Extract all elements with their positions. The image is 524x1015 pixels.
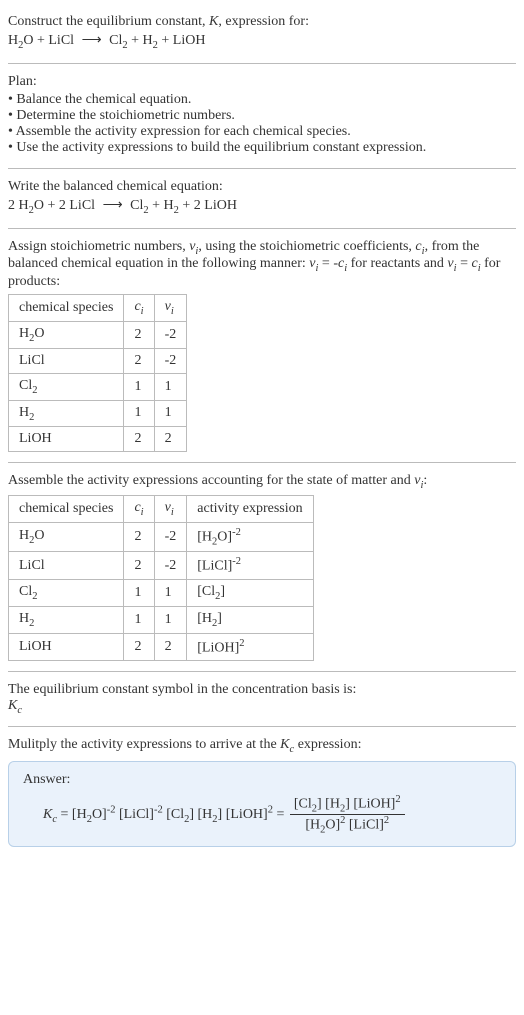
col-species: chemical species [9, 496, 124, 523]
intro-line: Construct the equilibrium constant, K, e… [8, 14, 516, 30]
cell-expr: [H2] [187, 606, 313, 633]
multiply-intro: Mulitply the activity expressions to arr… [8, 737, 516, 755]
cell-species: H2O [9, 522, 124, 551]
plan-section: Plan: Balance the chemical equation. Det… [8, 68, 516, 164]
cell-c: 2 [124, 522, 154, 551]
intro-section: Construct the equilibrium constant, K, e… [8, 8, 516, 59]
cell-c: 2 [124, 348, 154, 373]
cell-nu: 2 [154, 427, 187, 452]
table-row: Cl211 [9, 373, 187, 400]
divider [8, 228, 516, 229]
cell-nu: -2 [154, 522, 187, 551]
unbalanced-equation: H2O + LiCl ⟶ Cl2 + H2 + LiOH [8, 32, 516, 51]
cell-c: 1 [124, 400, 154, 427]
activity-section: Assemble the activity expressions accoun… [8, 467, 516, 667]
fraction: [Cl2] [H2] [LiOH]2 [H2O]2 [LiCl]2 [290, 794, 405, 836]
cell-expr: [H2O]-2 [187, 522, 313, 551]
divider [8, 671, 516, 672]
divider [8, 462, 516, 463]
cell-species: Cl2 [9, 373, 124, 400]
cell-c: 1 [124, 606, 154, 633]
cell-c: 1 [124, 580, 154, 607]
col-nui: νi [154, 295, 187, 322]
answer-equation: Kc = [H2O]-2 [LiCl]-2 [Cl2] [H2] [LiOH]2… [23, 794, 501, 836]
arrow-icon: ⟶ [99, 197, 127, 214]
cell-nu: -2 [154, 321, 187, 348]
plan-list: Balance the chemical equation. Determine… [8, 92, 516, 156]
table-row: LiCl2-2[LiCl]-2 [9, 552, 314, 580]
balanced-equation: 2 H2O + 2 LiCl ⟶ Cl2 + H2 + 2 LiOH [8, 197, 516, 216]
plan-item: Assemble the activity expression for eac… [8, 124, 516, 140]
divider [8, 63, 516, 64]
divider [8, 168, 516, 169]
kc-symbol-section: The equilibrium constant symbol in the c… [8, 676, 516, 722]
answer-box: Answer: Kc = [H2O]-2 [LiCl]-2 [Cl2] [H2]… [8, 761, 516, 847]
cell-c: 1 [124, 373, 154, 400]
balanced-section: Write the balanced chemical equation: 2 … [8, 173, 516, 224]
cell-nu: 1 [154, 373, 187, 400]
col-ci: ci [124, 496, 154, 523]
cell-species: H2 [9, 400, 124, 427]
cell-expr: [LiCl]-2 [187, 552, 313, 580]
balanced-title: Write the balanced chemical equation: [8, 179, 516, 195]
cell-expr: [LiOH]2 [187, 633, 313, 661]
answer-label: Answer: [23, 772, 501, 788]
table-row: LiOH22[LiOH]2 [9, 633, 314, 661]
fraction-denominator: [H2O]2 [LiCl]2 [290, 815, 405, 835]
stoich-table: chemical species ci νi H2O2-2 LiCl2-2 Cl… [8, 294, 187, 452]
table-row: LiCl2-2 [9, 348, 187, 373]
kc-symbol-line2: Kc [8, 698, 516, 716]
cell-species: LiOH [9, 427, 124, 452]
kc-symbol-line1: The equilibrium constant symbol in the c… [8, 682, 516, 698]
table-row: H2O2-2[H2O]-2 [9, 522, 314, 551]
col-species: chemical species [9, 295, 124, 322]
col-nui: νi [154, 496, 187, 523]
k-symbol: K [209, 14, 218, 29]
cell-c: 2 [124, 633, 154, 661]
activity-intro: Assemble the activity expressions accoun… [8, 473, 516, 491]
multiply-section: Mulitply the activity expressions to arr… [8, 731, 516, 853]
table-header-row: chemical species ci νi activity expressi… [9, 496, 314, 523]
table-row: H211[H2] [9, 606, 314, 633]
plan-title: Plan: [8, 74, 516, 90]
fraction-numerator: [Cl2] [H2] [LiOH]2 [290, 794, 405, 815]
cell-nu: 1 [154, 400, 187, 427]
divider [8, 726, 516, 727]
col-expr: activity expression [187, 496, 313, 523]
plan-item: Use the activity expressions to build th… [8, 140, 516, 156]
cell-species: LiOH [9, 633, 124, 661]
cell-nu: 1 [154, 580, 187, 607]
cell-c: 2 [124, 552, 154, 580]
cell-species: H2 [9, 606, 124, 633]
plan-item: Balance the chemical equation. [8, 92, 516, 108]
cell-expr: [Cl2] [187, 580, 313, 607]
cell-species: Cl2 [9, 580, 124, 607]
cell-species: LiCl [9, 552, 124, 580]
cell-nu: -2 [154, 552, 187, 580]
cell-species: H2O [9, 321, 124, 348]
table-row: H211 [9, 400, 187, 427]
table-header-row: chemical species ci νi [9, 295, 187, 322]
cell-c: 2 [124, 321, 154, 348]
cell-species: LiCl [9, 348, 124, 373]
cell-nu: 2 [154, 633, 187, 661]
col-ci: ci [124, 295, 154, 322]
table-row: H2O2-2 [9, 321, 187, 348]
stoich-intro: Assign stoichiometric numbers, νi, using… [8, 239, 516, 291]
activity-table: chemical species ci νi activity expressi… [8, 495, 314, 661]
stoich-section: Assign stoichiometric numbers, νi, using… [8, 233, 516, 459]
plan-item: Determine the stoichiometric numbers. [8, 108, 516, 124]
cell-nu: 1 [154, 606, 187, 633]
table-row: Cl211[Cl2] [9, 580, 314, 607]
arrow-icon: ⟶ [78, 32, 106, 49]
cell-nu: -2 [154, 348, 187, 373]
cell-c: 2 [124, 427, 154, 452]
table-row: LiOH22 [9, 427, 187, 452]
